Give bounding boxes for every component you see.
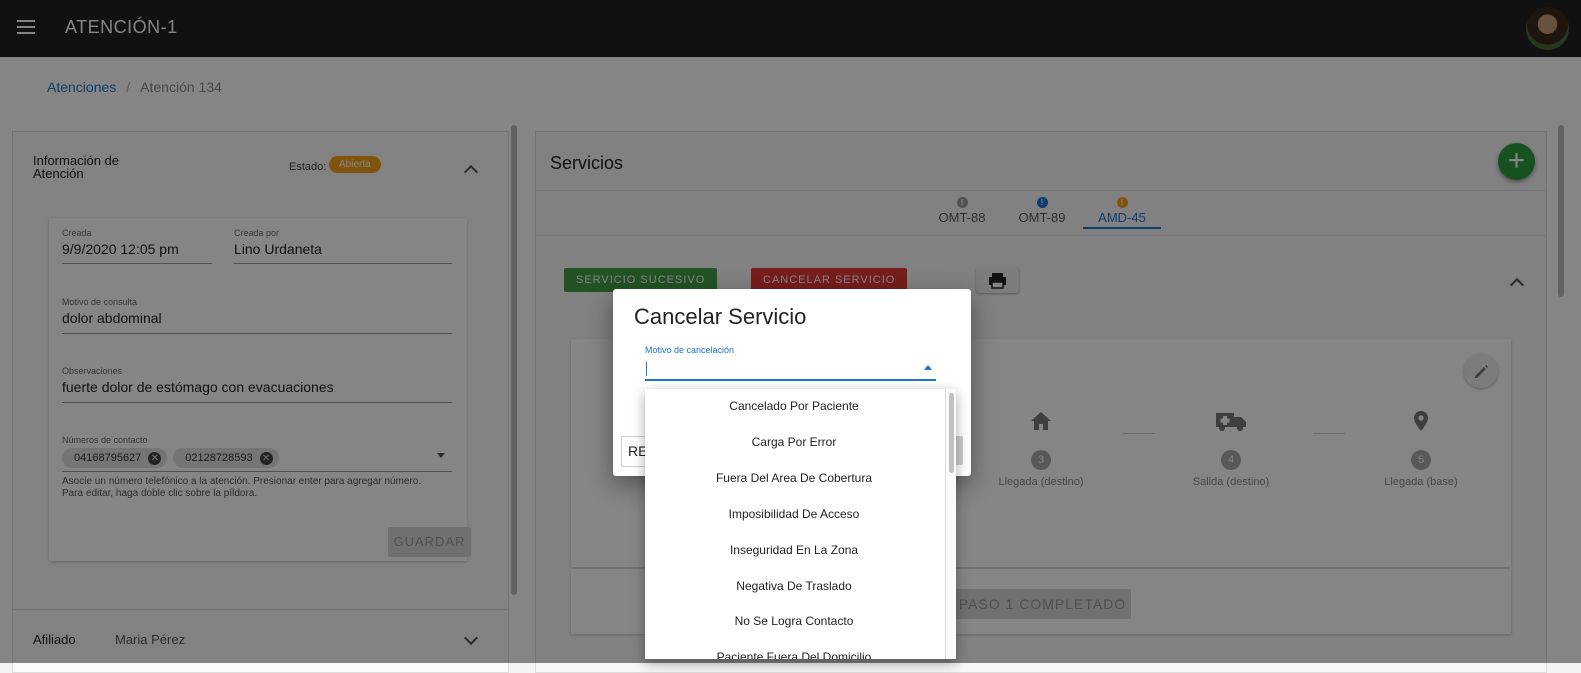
scrollbar-thumb[interactable]: [949, 393, 954, 473]
option-item[interactable]: Cancelado Por Paciente: [645, 399, 943, 413]
motivo-options-menu: Cancelado Por Paciente Carga Por Error F…: [645, 389, 956, 659]
motivo-cancelacion-select[interactable]: [645, 357, 936, 381]
caret-up-icon[interactable]: [924, 365, 932, 370]
option-item[interactable]: Inseguridad En La Zona: [645, 543, 943, 557]
option-item[interactable]: Imposibilidad De Acceso: [645, 507, 943, 521]
option-item[interactable]: Fuera Del Area De Cobertura: [645, 471, 943, 485]
option-item[interactable]: Carga Por Error: [645, 435, 943, 449]
option-item[interactable]: Negativa De Traslado: [645, 579, 943, 593]
options-scrollbar[interactable]: [945, 389, 956, 659]
option-item[interactable]: No Se Logra Contacto: [645, 614, 943, 628]
text-cursor: [646, 362, 647, 376]
motivo-cancelacion-label: Motivo de cancelación: [645, 345, 735, 355]
option-item[interactable]: Paciente Fuera Del Domicilio: [645, 650, 943, 659]
dialog-title: Cancelar Servicio: [634, 304, 807, 329]
